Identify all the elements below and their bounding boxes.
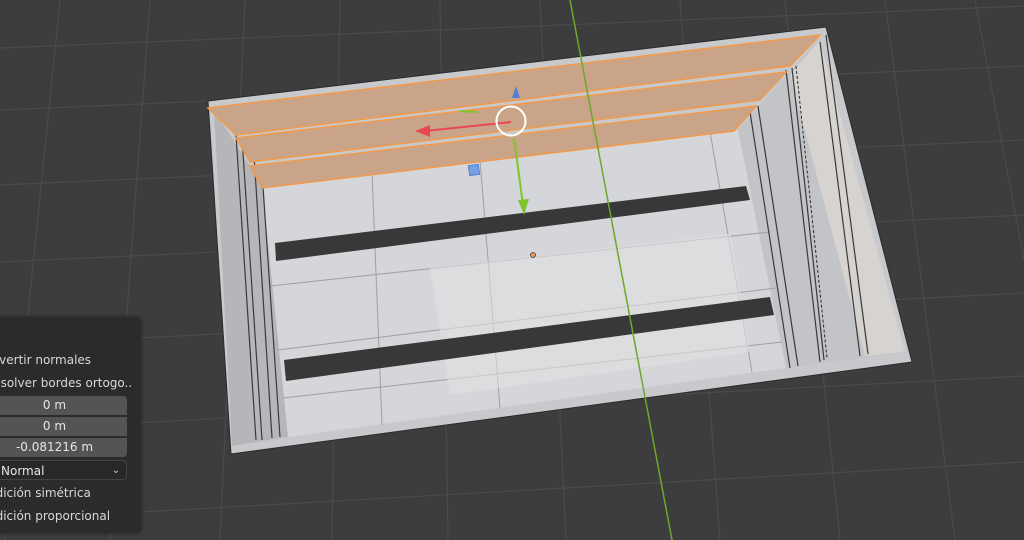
symmetric-edit-label: Edición simétrica [0, 486, 91, 500]
orientation-value: Normal [1, 464, 45, 478]
dissolve-ortho-label: Disolver bordes ortogo... [0, 376, 133, 390]
3d-viewport[interactable]: Invertir normales Disolver bordes ortogo… [0, 0, 1024, 540]
proportional-edit-option[interactable]: Edición proporcional [0, 507, 133, 525]
move-z-field[interactable]: -0.081216 m [0, 438, 127, 457]
orientation-select[interactable]: Normal ⌄ [0, 460, 127, 480]
invert-normals-label: Invertir normales [0, 353, 92, 367]
symmetric-edit-option[interactable]: Edición simétrica [0, 484, 133, 502]
operator-redo-panel: Invertir normales Disolver bordes ortogo… [0, 317, 141, 533]
gizmo-xy-handle[interactable] [459, 110, 479, 113]
move-y-field[interactable]: 0 m [0, 417, 127, 436]
gizmo-plane-handle[interactable] [467, 163, 481, 177]
invert-normals-option[interactable]: Invertir normales [0, 351, 133, 369]
move-x-field[interactable]: 0 m [0, 396, 127, 415]
proportional-edit-label: Edición proporcional [0, 509, 111, 523]
chevron-down-icon: ⌄ [111, 465, 120, 476]
dissolve-ortho-option[interactable]: Disolver bordes ortogo... [0, 374, 133, 392]
origin-point [530, 252, 536, 258]
scene-canvas[interactable] [0, 0, 1024, 540]
